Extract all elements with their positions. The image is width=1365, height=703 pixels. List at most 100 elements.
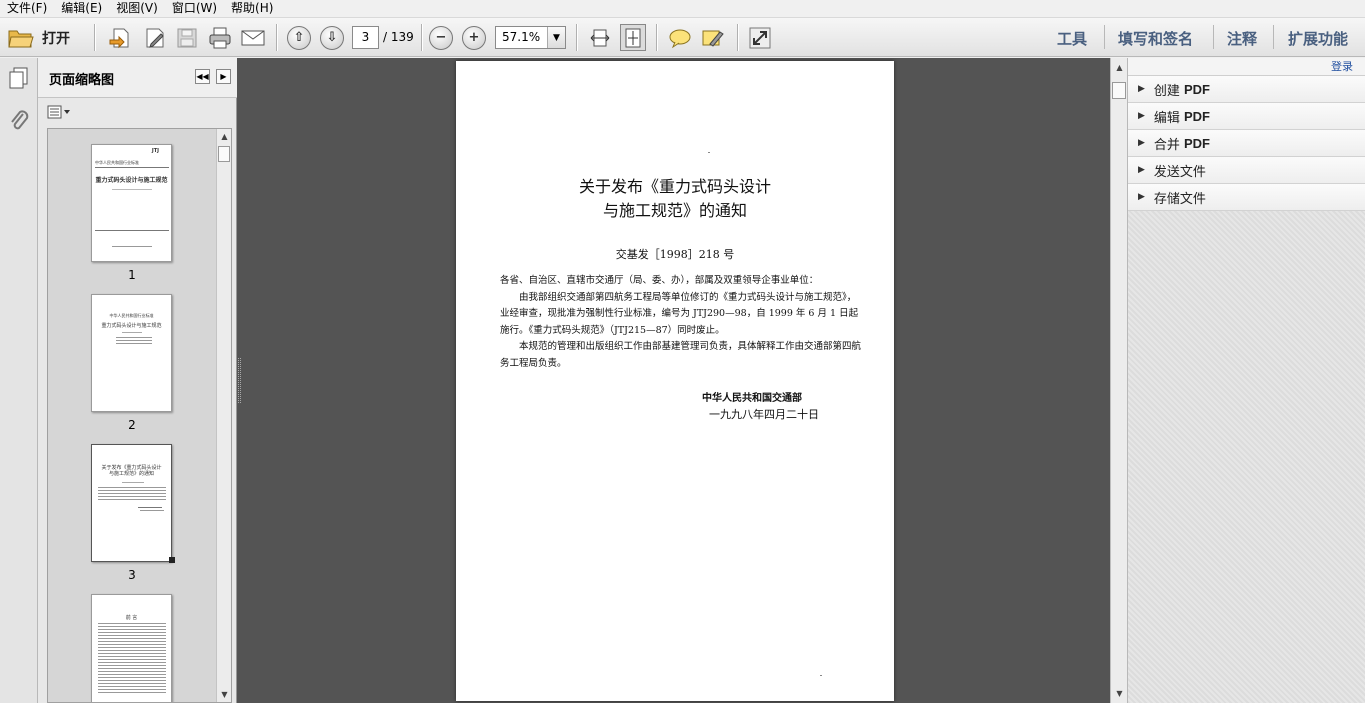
scroll-up-icon[interactable]: ▲ xyxy=(217,129,231,144)
create-button[interactable] xyxy=(106,24,134,51)
menu-edit[interactable]: 编辑(E) xyxy=(54,0,109,17)
extensions-link[interactable]: 扩展功能 xyxy=(1288,28,1348,49)
collapse-left-icon[interactable]: ◀◀ xyxy=(195,69,210,84)
edit-document-icon xyxy=(146,28,164,48)
document-view[interactable]: 关于发布《重力式码头设计 与施工规范》的通知 交基发［1998］218 号 各省… xyxy=(237,58,1110,703)
thumbnail-page-2[interactable]: 中华人民共和国行业标准 重力式码头设计与施工规范 xyxy=(91,294,172,412)
triangle-right-icon: ▶ xyxy=(1138,84,1145,94)
document-paragraph: 由我部组织交通部第四航务工程局等单位修订的《重力式码头设计与施工规范》，业经审查… xyxy=(500,291,859,336)
toolbar-separator xyxy=(737,24,738,51)
triangle-right-icon: ▶ xyxy=(1138,192,1145,202)
task-pane: 登录 ▶ 创建 PDF ▶ 编辑 PDF ▶ 合并 PDF ▶ 发送文件 ▶ 存… xyxy=(1127,58,1365,703)
expand-icon xyxy=(749,27,771,48)
print-button[interactable] xyxy=(206,24,234,51)
chevron-right-icon[interactable]: ▶ xyxy=(216,69,231,84)
page-number-input[interactable]: 3 xyxy=(352,26,379,49)
page-total: / 139 xyxy=(383,30,414,44)
fit-window-button[interactable] xyxy=(620,24,646,51)
thumbnail-list[interactable]: JTJ 中华人民共和国行业标准 重力式码头设计与施工规范 1 中华人民共和国行业… xyxy=(47,128,232,703)
save-button[interactable] xyxy=(173,24,201,51)
list-options-icon xyxy=(47,105,70,119)
menu-file[interactable]: 文件(F) xyxy=(0,0,54,17)
document-date: 一九九八年四月二十日 xyxy=(709,408,819,421)
document-body: 各省、自治区、直辖市交通厅（局、委、办），部属及双重领导企事业单位： 由我部组织… xyxy=(500,273,864,372)
fill-sign-link[interactable]: 填写和签名 xyxy=(1118,28,1193,49)
thumbnail-page-4[interactable]: 前 言 xyxy=(91,594,172,702)
task-edit-pdf[interactable]: ▶ 编辑 PDF xyxy=(1128,103,1365,130)
scroll-up-icon[interactable]: ▲ xyxy=(1112,60,1127,75)
thumbnail-page-1[interactable]: JTJ 中华人民共和国行业标准 重力式码头设计与施工规范 xyxy=(91,144,172,262)
task-send-file[interactable]: ▶ 发送文件 xyxy=(1128,157,1365,184)
task-suffix: PDF xyxy=(1183,81,1210,97)
task-create-pdf[interactable]: ▶ 创建 PDF xyxy=(1128,76,1365,103)
thumbnail-page-3[interactable]: 关于发布《重力式码头设计 与施工规范》的通知 xyxy=(91,444,172,562)
paperclip-icon[interactable] xyxy=(8,110,30,132)
thumbnail-number: 1 xyxy=(128,268,136,282)
task-list: ▶ 创建 PDF ▶ 编辑 PDF ▶ 合并 PDF ▶ 发送文件 ▶ 存储文件 xyxy=(1128,76,1365,211)
toolbar-separator xyxy=(421,24,422,51)
next-page-button[interactable]: ⇩ xyxy=(319,24,345,51)
scroll-thumb[interactable] xyxy=(1112,82,1126,99)
thumbnail-options-button[interactable] xyxy=(47,105,71,122)
comment-button[interactable] xyxy=(666,24,694,51)
task-store-file[interactable]: ▶ 存储文件 xyxy=(1128,184,1365,211)
triangle-right-icon: ▶ xyxy=(1138,111,1145,121)
menu-help[interactable]: 帮助(H) xyxy=(224,0,280,17)
menu-bar: 文件(F) 编辑(E) 视图(V) 窗口(W) 帮助(H) xyxy=(0,0,1365,18)
tools-link[interactable]: 工具 xyxy=(1057,28,1087,49)
task-label: 存储文件 xyxy=(1153,191,1206,207)
thumbnails-title: 页面缩略图 xyxy=(49,73,115,88)
document-scrollbar[interactable]: ▲ ▼ xyxy=(1110,58,1127,703)
document-title-line-2: 与施工规范》的通知 xyxy=(602,201,747,220)
arrow-down-icon: ⇩ xyxy=(320,25,344,50)
login-link[interactable]: 登录 xyxy=(1128,58,1365,76)
toolbar-separator xyxy=(656,24,657,51)
save-icon xyxy=(177,28,197,47)
document-paragraph: 本规范的管理和出版组织工作由部基建管理司负责，具体解释工作由交通部第四航务工程局… xyxy=(500,341,862,369)
link-separator xyxy=(1213,25,1214,49)
panel-splitter[interactable] xyxy=(238,358,241,403)
comment-link[interactable]: 注释 xyxy=(1227,28,1257,49)
page-thumbnails-icon[interactable] xyxy=(8,67,30,89)
envelope-icon xyxy=(241,30,265,45)
triangle-right-icon: ▶ xyxy=(1138,138,1145,148)
scroll-down-icon[interactable]: ▼ xyxy=(217,687,231,702)
previous-page-button[interactable]: ⇧ xyxy=(286,24,312,51)
resize-handle[interactable] xyxy=(169,557,175,563)
task-label: 编辑 xyxy=(1153,110,1180,126)
scroll-thumb[interactable] xyxy=(218,146,230,162)
thumbnails-panel: 页面缩略图 ◀◀ ▶ JTJ 中华人民共和国行业标准 重力式码头设计与施工规范 … xyxy=(38,58,237,703)
zoom-select[interactable]: 57.1% ▼ xyxy=(495,26,566,49)
full-screen-button[interactable] xyxy=(746,24,774,51)
zoom-out-button[interactable]: − xyxy=(428,24,454,51)
sign-button[interactable] xyxy=(141,24,169,51)
link-separator xyxy=(1104,25,1105,49)
triangle-right-icon: ▶ xyxy=(1138,165,1145,175)
task-suffix: PDF xyxy=(1183,135,1210,151)
zoom-in-button[interactable]: + xyxy=(461,24,487,51)
task-label: 发送文件 xyxy=(1153,164,1206,180)
menu-window[interactable]: 窗口(W) xyxy=(165,0,224,17)
document-issuer: 中华人民共和国交通部 xyxy=(702,393,802,404)
arrow-up-icon: ⇧ xyxy=(287,25,311,50)
fit-width-icon xyxy=(590,29,610,46)
scroll-down-icon[interactable]: ▼ xyxy=(1112,686,1127,701)
fit-page-button[interactable] xyxy=(587,24,613,51)
speech-bubble-icon xyxy=(669,29,691,48)
chevron-down-icon[interactable]: ▼ xyxy=(547,27,565,48)
open-button[interactable]: 打开 xyxy=(8,24,80,51)
menu-view[interactable]: 视图(V) xyxy=(109,0,165,17)
plus-icon: + xyxy=(462,25,486,50)
document-page: 关于发布《重力式码头设计 与施工规范》的通知 交基发［1998］218 号 各省… xyxy=(456,61,894,701)
printer-icon xyxy=(209,27,231,48)
create-pdf-icon xyxy=(109,28,129,48)
thumbnail-number: 2 xyxy=(128,418,136,432)
toolbar-separator xyxy=(276,24,277,51)
document-title-line-1: 关于发布《重力式码头设计 xyxy=(578,177,771,196)
open-label: 打开 xyxy=(42,30,70,47)
task-combine-pdf[interactable]: ▶ 合并 PDF xyxy=(1128,130,1365,157)
email-button[interactable] xyxy=(239,24,267,51)
highlight-button[interactable] xyxy=(699,24,727,51)
minus-icon: − xyxy=(429,25,453,50)
thumbnail-scrollbar[interactable]: ▲ ▼ xyxy=(216,129,231,702)
